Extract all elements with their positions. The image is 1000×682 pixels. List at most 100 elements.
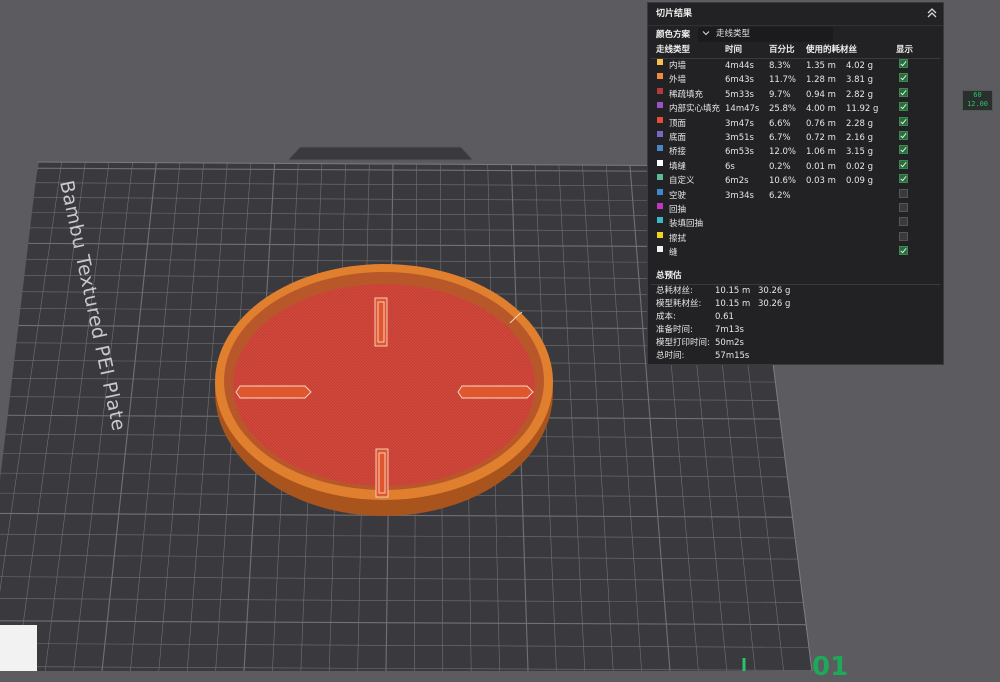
estimate-label: 总时间: (656, 351, 685, 361)
row-name: 擦拭 (669, 233, 687, 244)
display-checkbox[interactable] (899, 116, 908, 126)
table-row: 回抽 (648, 202, 943, 217)
display-checkbox[interactable] (899, 130, 908, 140)
color-swatch (657, 174, 663, 181)
row-length: 4.00 m (806, 104, 836, 115)
row-length: 0.94 m (806, 89, 836, 100)
display-checkbox[interactable] (899, 246, 908, 256)
table-row: 擦拭 (648, 231, 943, 246)
row-name: 缝 (669, 248, 678, 259)
color-swatch (657, 73, 663, 80)
row-time: 3m51s (725, 132, 754, 143)
header-time: 时间 (725, 45, 743, 55)
table-row: 装填回抽 (648, 217, 943, 231)
chevron-down-icon (702, 31, 710, 36)
color-swatch (657, 202, 663, 209)
color-swatch (657, 102, 663, 109)
row-time: 6m2s (725, 176, 749, 187)
color-swatch (657, 59, 663, 65)
estimate-row: 模型耗材丝: 10.15 m 30.26 g (648, 297, 943, 310)
panel-header[interactable]: 切片结果 (648, 3, 943, 26)
color-scheme-value: 走线类型 (716, 29, 751, 39)
color-swatch (657, 159, 663, 166)
display-checkbox[interactable] (899, 159, 908, 169)
row-percent: 9.7% (769, 89, 791, 100)
table-row: 外墙 6m43s 11.7% 1.28 m 3.81 g (648, 73, 943, 87)
row-weight: 0.09 g (846, 176, 874, 187)
display-checkbox[interactable] (899, 73, 908, 83)
row-time: 5m33s (725, 89, 754, 100)
table-row: 底面 3m51s 6.7% 0.72 m 2.16 g (648, 130, 943, 145)
row-time: 3m34s (725, 190, 754, 201)
table-row: 顶面 3m47s 6.6% 0.76 m 2.28 g (648, 116, 943, 131)
display-checkbox[interactable] (899, 102, 908, 112)
display-checkbox[interactable] (899, 59, 908, 68)
table-row: 空驶 3m34s 6.2% (648, 188, 943, 203)
corner-indicator (0, 625, 37, 671)
slice-result-panel: 切片结果 颜色方案 走线类型 走线类型 时间 百分比 使用的耗材丝 显示 内墙 4… (647, 2, 944, 365)
color-scheme-select[interactable]: 走线类型 (698, 27, 833, 42)
layer-slider-badge[interactable]: 60 12.00 (962, 90, 993, 111)
row-percent: 8.3% (769, 61, 791, 71)
header-percent: 百分比 (769, 45, 795, 55)
header-display: 显示 (896, 45, 914, 55)
row-name: 自定义 (669, 176, 695, 187)
color-swatch (657, 130, 663, 137)
row-weight: 0.02 g (846, 161, 874, 172)
table-row: 填缝 6s 0.2% 0.01 m 0.02 g (648, 159, 943, 174)
table-row: 稀疏填充 5m33s 9.7% 0.94 m 2.82 g (648, 87, 943, 102)
color-swatch (657, 87, 663, 94)
display-checkbox[interactable] (899, 87, 908, 97)
row-time: 14m47s (725, 104, 760, 115)
row-length: 0.03 m (806, 176, 836, 187)
row-percent: 6.6% (769, 118, 791, 129)
row-name: 底面 (669, 132, 687, 143)
row-name: 填缝 (669, 161, 687, 172)
table-row: 缝 (648, 246, 943, 260)
row-length: 0.01 m (806, 161, 836, 172)
row-length: 0.76 m (806, 118, 836, 129)
row-name: 桥接 (669, 147, 687, 158)
color-swatch (657, 116, 663, 123)
feature-table: 内墙 4m44s 8.3% 1.35 m 4.02 g 外墙 6m43s 11.7% 1.28 … (648, 59, 943, 260)
row-weight: 3.81 g (846, 75, 874, 86)
row-weight: 2.16 g (846, 132, 874, 143)
plate-handle (286, 146, 475, 161)
collapse-icon[interactable] (925, 6, 939, 20)
table-row: 桥接 6m53s 12.0% 1.06 m 3.15 g (648, 145, 943, 159)
row-weight: 3.15 g (846, 147, 874, 158)
row-name: 顶面 (669, 118, 687, 129)
estimate-table: 总耗材丝: 10.15 m 30.26 g 模型耗材丝: 10.15 m 30.26 g成… (648, 284, 943, 362)
display-checkbox[interactable] (899, 188, 908, 198)
estimate-row: 成本: 0.61 (648, 310, 943, 323)
row-name: 内墙 (669, 61, 687, 71)
estimate-row: 准备时间: 7m13s (648, 323, 943, 336)
row-time: 6m43s (725, 75, 754, 86)
table-row: 自定义 6m2s 10.6% 0.03 m 0.09 g (648, 174, 943, 188)
color-swatch (657, 217, 663, 224)
estimate-row: 总时间: 57m15s (648, 349, 943, 362)
row-percent: 11.7% (769, 75, 797, 86)
row-name: 外墙 (669, 75, 687, 86)
table-row: 内部实心填充 14m47s 25.8% 4.00 m 11.92 g (648, 102, 943, 116)
table-row: 内墙 4m44s 8.3% 1.35 m 4.02 g (648, 59, 943, 73)
display-checkbox[interactable] (899, 202, 908, 212)
display-checkbox[interactable] (899, 145, 908, 155)
panel-title: 切片结果 (656, 9, 693, 19)
estimate-row: 总耗材丝: 10.15 m 30.26 g (648, 284, 943, 297)
layer-top-value: 60 (973, 91, 982, 99)
row-name: 内部实心填充 (669, 104, 721, 115)
display-checkbox[interactable] (899, 174, 908, 184)
row-percent: 0.2% (769, 161, 791, 172)
display-checkbox[interactable] (899, 231, 908, 241)
row-percent: 25.8% (769, 104, 797, 115)
color-scheme-label: 颜色方案 (656, 30, 691, 40)
row-length: 1.28 m (806, 75, 836, 86)
row-name: 空驶 (669, 190, 687, 201)
sliced-model[interactable] (215, 264, 553, 516)
row-time: 6m53s (725, 147, 754, 158)
header-type: 走线类型 (656, 45, 691, 55)
row-time: 3m47s (725, 118, 754, 129)
display-checkbox[interactable] (899, 217, 908, 227)
color-swatch (657, 145, 663, 152)
